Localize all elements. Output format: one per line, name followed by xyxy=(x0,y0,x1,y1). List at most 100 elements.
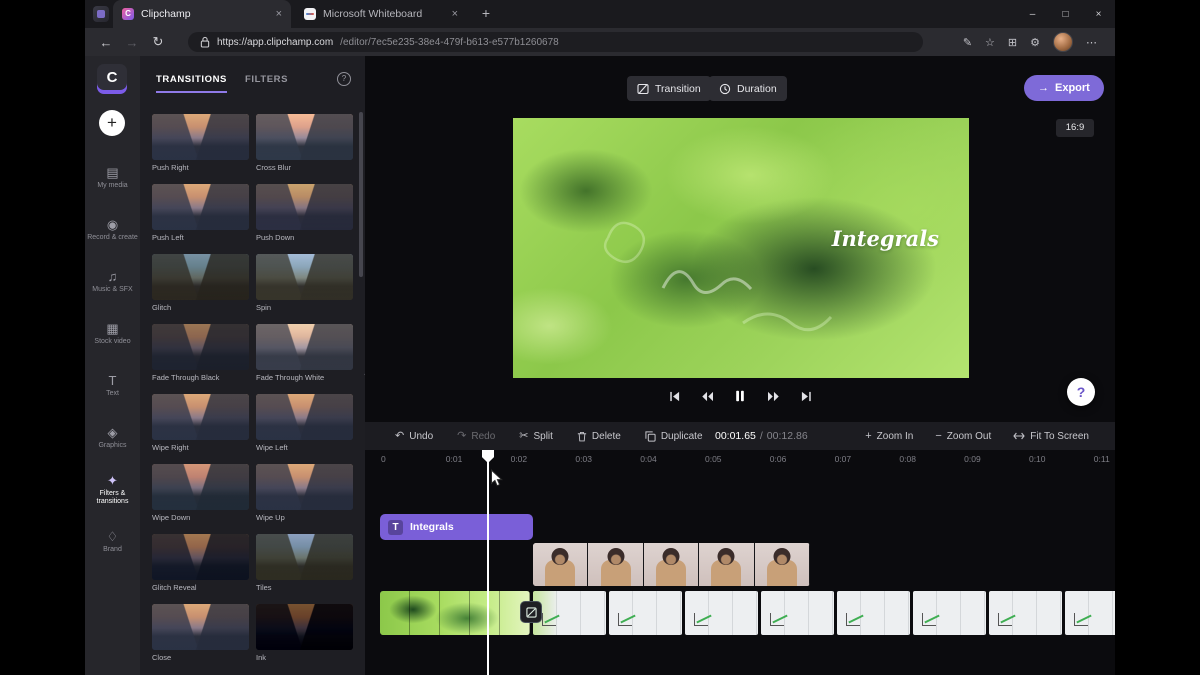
transition-thumbnail xyxy=(152,464,249,510)
whiteboard-clip[interactable] xyxy=(989,591,1062,635)
browser-app-icon[interactable] xyxy=(93,6,109,22)
fit-to-screen-button[interactable]: Fit To Screen xyxy=(1013,431,1089,442)
transition-thumbnail xyxy=(256,324,353,370)
collections-icon[interactable]: ⊞ xyxy=(1008,36,1017,49)
browser-address-bar: ← → ↻ https://app.clipchamp.com/editor/7… xyxy=(85,28,1115,56)
sidebar-item-label: Brand xyxy=(101,546,124,554)
maximize-button[interactable]: □ xyxy=(1049,0,1082,28)
sidebar-item[interactable]: ♫ Music & SFX xyxy=(85,256,140,308)
clipchamp-logo[interactable] xyxy=(97,64,127,94)
ruler-label: 0 xyxy=(381,454,446,468)
camera-icon: ◉ xyxy=(107,218,118,231)
back-icon[interactable]: ← xyxy=(93,35,119,50)
tab-close-icon[interactable]: × xyxy=(276,8,282,20)
transition-item[interactable]: Cross Blur xyxy=(256,114,353,172)
transition-label: Wipe Up xyxy=(256,513,353,522)
duplicate-button[interactable]: Duplicate xyxy=(645,431,703,442)
more-menu-icon[interactable]: ⋯ xyxy=(1086,36,1097,49)
sidebar-item[interactable]: ✦ Filters & transitions xyxy=(85,464,140,516)
scissors-icon: ✂ xyxy=(519,431,528,442)
transition-thumbnail xyxy=(152,604,249,650)
transition-item[interactable]: Spin xyxy=(256,254,353,312)
transition-item[interactable]: Ink xyxy=(256,604,353,662)
transition-item[interactable]: Glitch Reveal xyxy=(152,534,249,592)
transition-item[interactable]: Tiles xyxy=(256,534,353,592)
add-media-button[interactable] xyxy=(99,110,125,136)
whiteboard-clip[interactable] xyxy=(761,591,834,635)
transition-item[interactable]: Glitch xyxy=(152,254,249,312)
split-button[interactable]: ✂ Split xyxy=(519,431,553,442)
transition-item[interactable]: Push Down xyxy=(256,184,353,242)
aspect-ratio-badge[interactable]: 16:9 xyxy=(1056,119,1094,137)
tab-filters[interactable]: FILTERS xyxy=(245,74,288,91)
sidebar-item[interactable]: ▤ My media xyxy=(85,152,140,204)
forward-icon[interactable]: → xyxy=(119,35,145,50)
sidebar-item[interactable]: ▦ Stock video xyxy=(85,308,140,360)
transition-thumbnail xyxy=(152,254,249,300)
whiteboard-clip[interactable] xyxy=(609,591,682,635)
browser-tab-bar: Clipchamp × Microsoft Whiteboard × + – □… xyxy=(85,0,1115,28)
video-preview[interactable]: Integrals xyxy=(513,118,969,378)
help-button[interactable]: ? xyxy=(1067,378,1095,406)
minimize-button[interactable]: – xyxy=(1016,0,1049,28)
zoom-out-button[interactable]: − Zoom Out xyxy=(935,431,991,442)
transition-item[interactable]: Fade Through White xyxy=(256,324,353,382)
transition-item[interactable]: Fade Through Black xyxy=(152,324,249,382)
transition-thumbnail xyxy=(256,604,353,650)
transition-item[interactable]: Wipe Down xyxy=(152,464,249,522)
whiteboard-clip[interactable] xyxy=(913,591,986,635)
profile-avatar[interactable] xyxy=(1053,32,1073,52)
transition-item[interactable]: Wipe Up xyxy=(256,464,353,522)
applied-transition-icon[interactable] xyxy=(520,601,542,623)
fast-forward-button[interactable] xyxy=(764,387,782,405)
export-button[interactable]: → Export xyxy=(1024,75,1104,101)
favorites-icon[interactable]: ☆ xyxy=(985,36,995,49)
transition-item[interactable]: Wipe Left xyxy=(256,394,353,452)
redo-button[interactable]: ↷ Redo xyxy=(457,431,495,442)
skip-start-button[interactable] xyxy=(665,387,683,405)
whiteboard-clip[interactable] xyxy=(1065,591,1115,635)
url-field[interactable]: https://app.clipchamp.com/editor/7ec5e23… xyxy=(188,32,923,52)
tab-transitions[interactable]: TRANSITIONS xyxy=(156,74,227,93)
transition-button[interactable]: Transition xyxy=(627,76,711,101)
whiteboard-clip[interactable] xyxy=(533,591,606,635)
undo-button[interactable]: ↶ Undo xyxy=(395,431,433,442)
transition-item[interactable]: Close xyxy=(152,604,249,662)
settings-icon[interactable]: ⚙ xyxy=(1030,36,1040,49)
zoom-in-button[interactable]: + Zoom In xyxy=(865,431,913,442)
transition-item[interactable]: Wipe Right xyxy=(152,394,249,452)
transition-item[interactable]: Push Left xyxy=(152,184,249,242)
panel-scrollbar[interactable] xyxy=(359,112,363,277)
transition-item[interactable]: Push Right xyxy=(152,114,249,172)
close-button[interactable]: × xyxy=(1082,0,1115,28)
webcam-frame xyxy=(644,543,699,586)
sidebar-item[interactable]: T Text xyxy=(85,360,140,412)
skip-end-button[interactable] xyxy=(797,387,815,405)
sidebar-item[interactable]: ◈ Graphics xyxy=(85,412,140,464)
refresh-icon[interactable]: ↻ xyxy=(145,34,171,50)
tab-close-icon[interactable]: × xyxy=(452,8,458,20)
intro-video-clip[interactable] xyxy=(380,591,530,635)
tab-microsoft-whiteboard[interactable]: Microsoft Whiteboard × xyxy=(295,0,467,28)
delete-button[interactable]: Delete xyxy=(577,431,621,442)
sidebar-item[interactable]: ♢ Brand xyxy=(85,516,140,568)
whiteboard-clip[interactable] xyxy=(685,591,758,635)
sidebar-item[interactable]: ◉ Record & create xyxy=(85,204,140,256)
new-tab-button[interactable]: + xyxy=(477,5,495,23)
url-host: https://app.clipchamp.com xyxy=(217,37,333,48)
timeline-ruler[interactable]: 00:010:020:030:040:050:060:070:080:090:1… xyxy=(365,454,1115,468)
transition-label: Spin xyxy=(256,303,353,312)
transition-label: Push Left xyxy=(152,233,249,242)
webcam-clip[interactable] xyxy=(533,543,810,586)
text-clip[interactable]: T Integrals xyxy=(380,514,533,540)
tab-clipchamp[interactable]: Clipchamp × xyxy=(113,0,291,28)
pause-button[interactable] xyxy=(731,387,749,405)
ruler-label: 0:01 xyxy=(446,454,511,468)
duration-button[interactable]: Duration xyxy=(709,76,787,101)
playhead[interactable] xyxy=(487,452,489,675)
rewind-button[interactable] xyxy=(698,387,716,405)
panel-help-icon[interactable]: ? xyxy=(337,72,351,86)
url-path: /editor/7ec5e235-38e4-479f-b613-e577b126… xyxy=(340,37,559,48)
whiteboard-clip[interactable] xyxy=(837,591,910,635)
web-capture-icon[interactable]: ✎ xyxy=(963,36,972,49)
